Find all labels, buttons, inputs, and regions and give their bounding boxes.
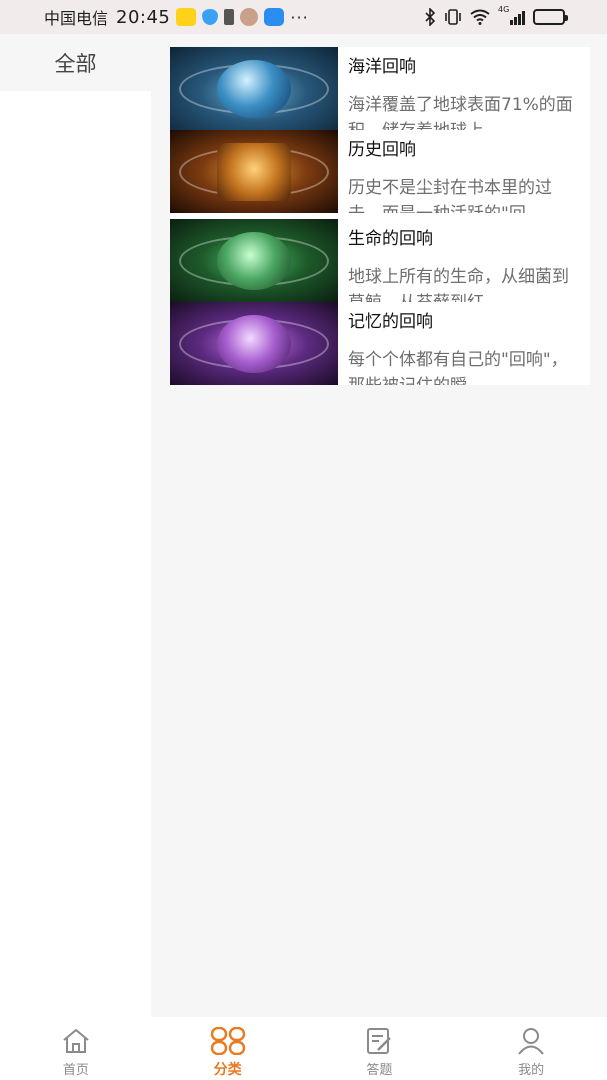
battery-icon <box>533 9 568 25</box>
status-bar-left: 中国电信 20:45 ··· <box>44 5 309 29</box>
notification-app-icon <box>176 8 197 26</box>
status-bar: 中国电信 20:45 ··· 4G <box>0 0 607 34</box>
vibrate-icon <box>445 9 461 25</box>
tab-quiz[interactable]: 答题 <box>304 1017 456 1080</box>
tab-label: 分类 <box>213 1062 242 1078</box>
cloud-app-icon <box>264 8 285 26</box>
article-description: 历史不是尘封在书本里的过去，而是一种活跃的"回 <box>348 178 552 213</box>
home-icon <box>63 1029 89 1053</box>
article-description: 地球上所有的生命，从细菌到草鲸，从苔藓到红 <box>348 267 569 302</box>
article-thumbnail <box>170 47 338 130</box>
card-body: 记忆的回响 每个个体都有自己的"回响"，那些被记住的瞬 <box>338 302 590 385</box>
list-item[interactable]: 历史回响 历史不是尘封在书本里的过去，而是一种活跃的"回 <box>170 130 590 213</box>
cell-signal-icon: 4G <box>498 5 525 25</box>
quiz-edit-icon <box>367 1028 392 1054</box>
more-notifications-icon: ··· <box>290 7 309 27</box>
tab-home[interactable]: 首页 <box>0 1017 152 1080</box>
article-thumbnail <box>170 219 338 302</box>
bluetooth-icon <box>425 8 436 26</box>
security-shield-icon <box>202 9 219 25</box>
article-thumbnail <box>170 130 338 213</box>
article-thumbnail <box>170 302 338 385</box>
profile-icon <box>518 1028 544 1055</box>
card-body: 历史回响 历史不是尘封在书本里的过去，而是一种活跃的"回 <box>338 130 590 213</box>
network-type-label: 4G <box>498 5 510 14</box>
article-title: 海洋回响 <box>348 57 416 77</box>
article-description: 每个个体都有自己的"回响"，那些被记住的瞬 <box>348 350 568 385</box>
clock-time: 20:45 <box>116 6 171 28</box>
article-description: 海洋覆盖了地球表面71%的面积，储存着地球上 <box>348 95 573 130</box>
category-grid-icon <box>210 1027 245 1055</box>
card-body: 海洋回响 海洋覆盖了地球表面71%的面积，储存着地球上 <box>338 47 590 130</box>
article-title: 记忆的回响 <box>348 312 433 332</box>
battery-alert-icon <box>224 9 235 25</box>
list-item[interactable]: 海洋回响 海洋覆盖了地球表面71%的面积，储存着地球上 <box>170 47 590 130</box>
list-item[interactable]: 记忆的回响 每个个体都有自己的"回响"，那些被记住的瞬 <box>170 302 590 385</box>
tab-label: 我的 <box>518 1063 545 1078</box>
bottom-tab-bar: 首页 分类 答题 我的 <box>0 1017 607 1080</box>
article-title: 历史回响 <box>348 140 416 160</box>
sidebar-item-label: 全部 <box>54 51 97 76</box>
status-bar-right: 4G <box>424 5 568 26</box>
wifi-icon <box>470 9 490 25</box>
list-item[interactable]: 生命的回响 地球上所有的生命，从细菌到草鲸，从苔藓到红 <box>170 219 590 302</box>
article-title: 生命的回响 <box>348 229 433 249</box>
sidebar-item-all[interactable]: 全部 <box>0 34 151 91</box>
tab-profile[interactable]: 我的 <box>455 1017 607 1080</box>
tab-label: 首页 <box>62 1063 89 1078</box>
category-sidebar: 全部 <box>0 34 151 1017</box>
card-body: 生命的回响 地球上所有的生命，从细菌到草鲸，从苔藓到红 <box>338 219 590 302</box>
tab-label: 答题 <box>366 1063 393 1078</box>
carrier-name: 中国电信 <box>44 9 109 28</box>
avatar-notification-icon <box>240 8 259 26</box>
tab-category[interactable]: 分类 <box>152 1017 304 1080</box>
article-list: 海洋回响 海洋覆盖了地球表面71%的面积，储存着地球上 历史回响 历史不是尘封在… <box>170 47 590 385</box>
